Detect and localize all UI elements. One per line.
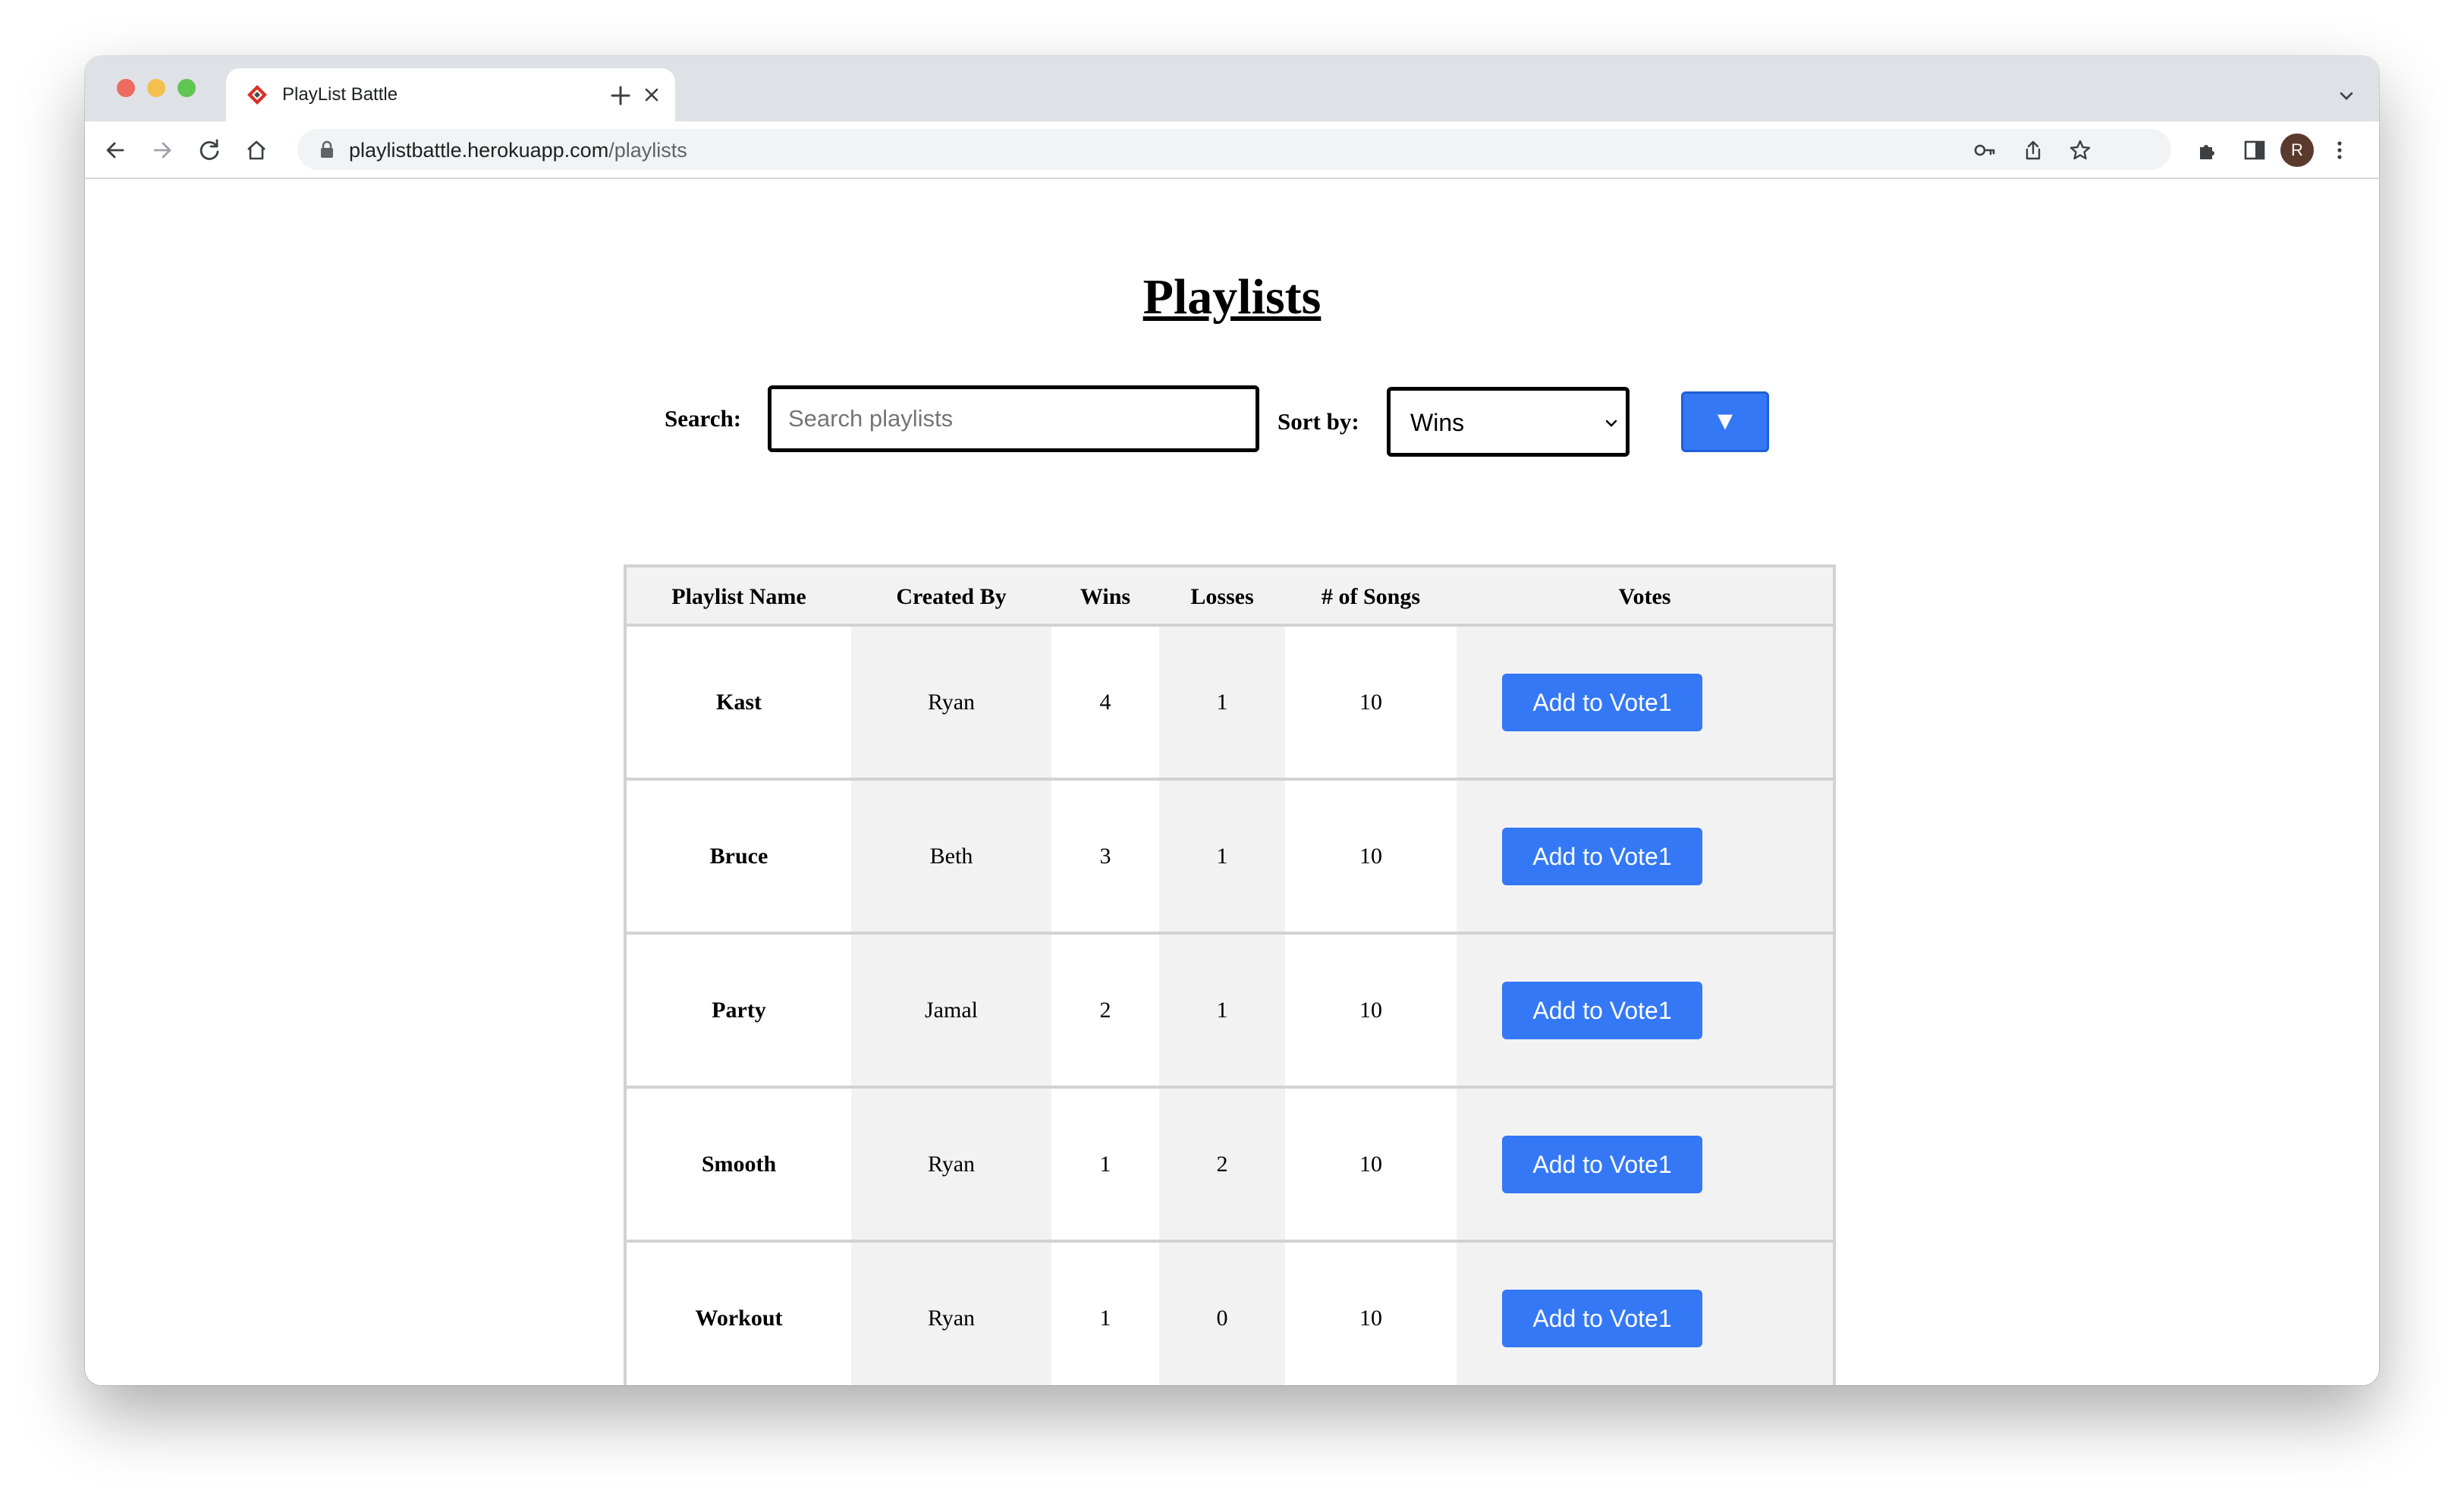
votes-cell: Add to Vote1 bbox=[1457, 1243, 1833, 1385]
column-header-wins[interactable]: Wins bbox=[1051, 567, 1159, 627]
maximize-window-button[interactable] bbox=[178, 79, 196, 97]
playlists-table: Playlist Name Created By Wins Losses # o… bbox=[624, 564, 1836, 1385]
table-row: Smooth Ryan 1 2 10 Add to Vote1 bbox=[627, 1089, 1833, 1243]
page-content: Playlists Search: Sort by: Wins ▼ Playli… bbox=[85, 179, 2379, 1385]
page-title: Playlists bbox=[1142, 269, 1322, 325]
column-header-losses[interactable]: Losses bbox=[1159, 567, 1285, 627]
losses-cell: 2 bbox=[1159, 1089, 1285, 1240]
tab-search-chevron-icon[interactable] bbox=[2335, 85, 2358, 108]
losses-cell: 1 bbox=[1159, 935, 1285, 1086]
playlist-name-cell: Workout bbox=[695, 1306, 783, 1331]
created-by-cell: Beth bbox=[851, 781, 1051, 932]
reload-icon[interactable] bbox=[196, 137, 223, 164]
votes-cell: Add to Vote1 bbox=[1457, 1089, 1833, 1240]
songs-cell: 10 bbox=[1359, 844, 1382, 869]
search-label: Search: bbox=[665, 405, 742, 432]
forward-arrow-icon[interactable] bbox=[149, 137, 176, 164]
browser-toolbar: playlistbattle.herokuapp.com/playlists R bbox=[85, 121, 2379, 179]
votes-cell: Add to Vote1 bbox=[1457, 627, 1833, 778]
add-to-vote-button[interactable]: Add to Vote1 bbox=[1502, 674, 1702, 731]
tab-strip: PlayList Battle bbox=[85, 56, 2379, 121]
wins-cell: 4 bbox=[1099, 690, 1111, 715]
close-tab-icon[interactable] bbox=[639, 82, 665, 108]
add-to-vote-button[interactable]: Add to Vote1 bbox=[1502, 828, 1702, 885]
column-header-created-by[interactable]: Created By bbox=[851, 567, 1051, 627]
favicon-icon bbox=[247, 85, 267, 105]
url-text: playlistbattle.herokuapp.com/playlists bbox=[349, 139, 687, 162]
table-header-row: Playlist Name Created By Wins Losses # o… bbox=[627, 567, 1833, 627]
close-window-button[interactable] bbox=[117, 79, 135, 97]
created-by-cell: Ryan bbox=[851, 1243, 1051, 1385]
created-by-cell: Ryan bbox=[851, 627, 1051, 778]
profile-avatar[interactable]: R bbox=[2280, 134, 2314, 167]
sort-by-select[interactable]: Wins bbox=[1387, 387, 1630, 457]
address-bar[interactable]: playlistbattle.herokuapp.com/playlists bbox=[297, 129, 2171, 170]
sort-label: Sort by: bbox=[1278, 408, 1359, 435]
songs-cell: 10 bbox=[1359, 1152, 1382, 1177]
column-header-votes: Votes bbox=[1618, 584, 1671, 609]
browser-window: PlayList Battle playlistbattle.herokuapp… bbox=[85, 56, 2379, 1385]
votes-cell: Add to Vote1 bbox=[1457, 935, 1833, 1086]
table-row: Party Jamal 2 1 10 Add to Vote1 bbox=[627, 935, 1833, 1089]
playlist-name-cell: Smooth bbox=[701, 1152, 777, 1177]
wins-cell: 2 bbox=[1099, 998, 1111, 1023]
votes-cell: Add to Vote1 bbox=[1457, 781, 1833, 932]
extensions-puzzle-icon[interactable] bbox=[2194, 137, 2221, 164]
songs-cell: 10 bbox=[1359, 1306, 1382, 1331]
losses-cell: 0 bbox=[1159, 1243, 1285, 1385]
more-menu-icon[interactable] bbox=[2326, 137, 2353, 164]
chevron-down-icon bbox=[1605, 420, 1617, 427]
side-panel-icon[interactable] bbox=[2241, 137, 2268, 164]
lock-icon bbox=[321, 140, 333, 158]
playlist-name-cell: Kast bbox=[716, 690, 762, 715]
created-by-cell: Jamal bbox=[851, 935, 1051, 1086]
table-row: Workout Ryan 1 0 10 Add to Vote1 bbox=[627, 1243, 1833, 1385]
wins-cell: 1 bbox=[1099, 1152, 1111, 1177]
playlist-name-cell: Bruce bbox=[709, 844, 768, 869]
sort-by-value: Wins bbox=[1410, 409, 1465, 436]
home-icon[interactable] bbox=[243, 137, 270, 164]
back-arrow-icon[interactable] bbox=[102, 137, 129, 164]
minimize-window-button[interactable] bbox=[147, 79, 165, 97]
search-input[interactable] bbox=[768, 385, 1259, 452]
songs-cell: 10 bbox=[1359, 690, 1382, 715]
wins-cell: 1 bbox=[1099, 1306, 1111, 1331]
share-icon[interactable] bbox=[2021, 138, 2045, 162]
table-row: Kast Ryan 4 1 10 Add to Vote1 bbox=[627, 627, 1833, 781]
songs-cell: 10 bbox=[1359, 998, 1382, 1023]
sort-direction-button[interactable]: ▼ bbox=[1681, 391, 1769, 452]
bookmark-star-icon[interactable] bbox=[2068, 138, 2092, 162]
playlist-name-cell: Party bbox=[712, 998, 766, 1023]
add-to-vote-button[interactable]: Add to Vote1 bbox=[1502, 1136, 1702, 1193]
column-header-songs[interactable]: # of Songs bbox=[1285, 567, 1457, 627]
losses-cell: 1 bbox=[1159, 627, 1285, 778]
table-row: Bruce Beth 3 1 10 Add to Vote1 bbox=[627, 781, 1833, 935]
column-header-playlist-name[interactable]: Playlist Name bbox=[627, 567, 851, 627]
losses-cell: 1 bbox=[1159, 781, 1285, 932]
tab-title: PlayList Battle bbox=[282, 84, 398, 105]
add-to-vote-button[interactable]: Add to Vote1 bbox=[1502, 1290, 1702, 1347]
key-icon[interactable] bbox=[1972, 138, 1997, 162]
wins-cell: 3 bbox=[1099, 844, 1111, 869]
add-to-vote-button[interactable]: Add to Vote1 bbox=[1502, 982, 1702, 1039]
new-tab-icon[interactable] bbox=[605, 80, 636, 111]
created-by-cell: Ryan bbox=[851, 1089, 1051, 1240]
